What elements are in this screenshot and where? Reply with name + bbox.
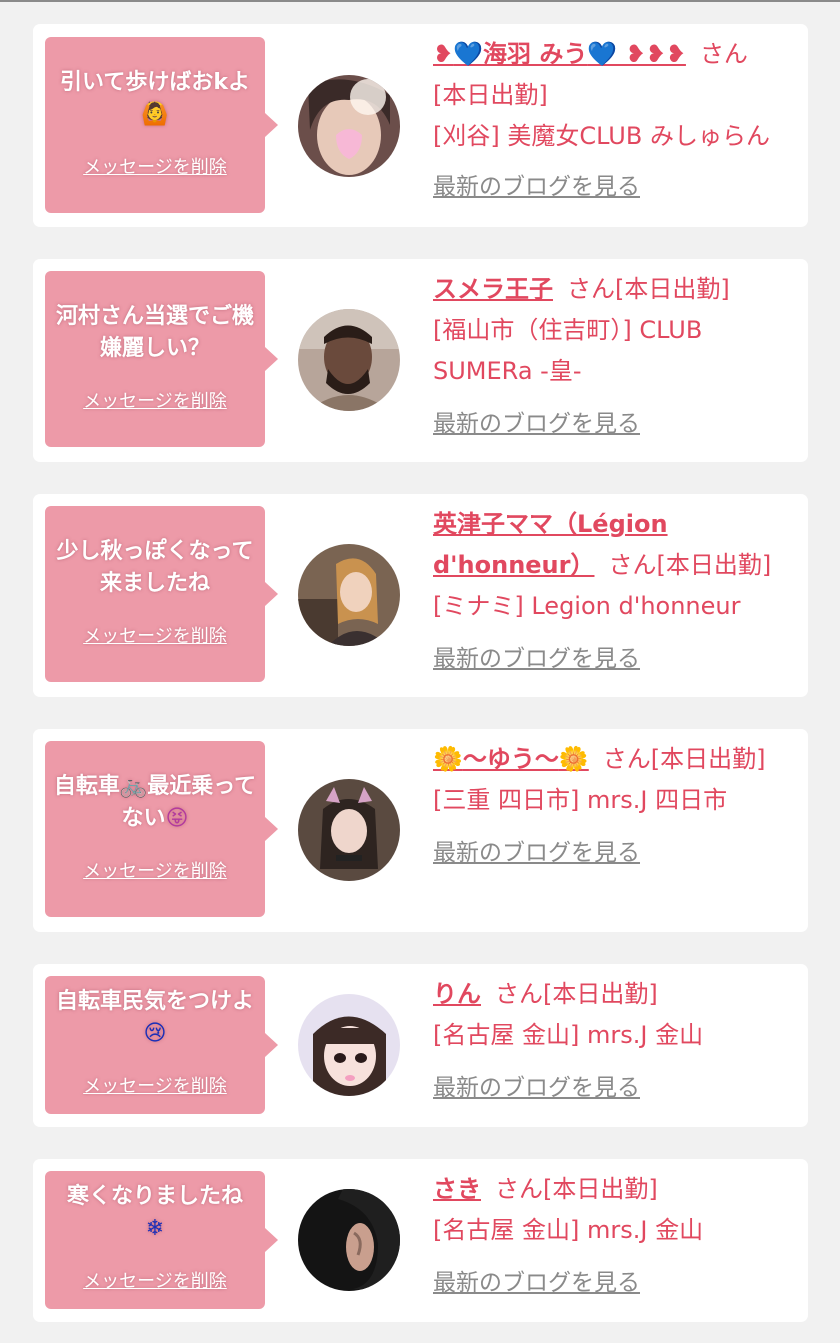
member-name-link[interactable]: りん: [433, 980, 481, 1008]
member-name-link[interactable]: さき: [433, 1175, 481, 1203]
message-card: 自転車民気をつけよ 😢 メッセージを削除 りん さん[本日出勤] [名古屋 金山] …: [33, 964, 808, 1127]
avatar[interactable]: [298, 1189, 400, 1291]
delete-message-link[interactable]: メッセージを削除: [45, 153, 265, 179]
blog-link[interactable]: 最新のブログを見る: [433, 404, 801, 445]
avatar-photo-icon: [298, 994, 400, 1096]
message-label: 寒くなりましたね: [66, 1184, 243, 1209]
delete-message-link[interactable]: メッセージを削除: [45, 1072, 265, 1098]
delete-message-link[interactable]: メッセージを削除: [45, 857, 265, 883]
blog-link[interactable]: 最新のブログを見る: [433, 833, 801, 874]
flower-icon: 🌼: [558, 745, 589, 773]
avatar[interactable]: [298, 544, 400, 646]
honorific: さん: [495, 980, 543, 1008]
message-label: 少し秋っぽくなって来ましたね: [56, 539, 254, 596]
avatar-photo-icon: [298, 1189, 400, 1291]
message-text: 少し秋っぽくなって来ましたね: [53, 536, 257, 600]
member-info: ❥💙海羽 みう💙 ❥❥❥ さん [本日出勤] [刈谷] 美魔女CLUB みしゅらん…: [433, 34, 801, 208]
member-name-link[interactable]: 🌼〜ゆう〜🌼: [433, 745, 589, 773]
message-card: 自転車🚲最近乗ってない😝 メッセージを削除 🌼〜ゆう〜🌼 さん[本日出勤] [三重…: [33, 729, 808, 932]
avatar-photo-icon: [298, 309, 400, 411]
avatar[interactable]: [298, 994, 400, 1096]
message-bubble: 引いて歩けばおkよ 🙆 メッセージを削除: [45, 37, 278, 213]
member-name-line: スメラ王子 さん[本日出勤]: [433, 269, 801, 310]
message-bubble: 寒くなりましたね ❄ メッセージを削除: [45, 1171, 278, 1309]
work-status: [本日出勤]: [615, 275, 730, 303]
message-label: 引いて歩けばおkよ: [60, 70, 250, 95]
tongue-face-emoji-icon: 😝: [165, 806, 189, 831]
member-name-link[interactable]: ❥💙海羽 みう💙 ❥❥❥: [433, 40, 686, 68]
blog-link[interactable]: 最新のブログを見る: [433, 167, 801, 208]
shop-name: [福山市（住吉町）] CLUB SUMERa -皇-: [433, 316, 703, 385]
message-card: 河村さん当選でご機嫌麗しい？ メッセージを削除 スメラ王子 さん[本日出勤] [福…: [33, 259, 808, 462]
delete-message-link[interactable]: メッセージを削除: [45, 1267, 265, 1293]
honorific: さん: [495, 1175, 543, 1203]
top-border: [0, 0, 840, 2]
honorific: さん: [699, 40, 748, 68]
work-status: [本日出勤]: [433, 81, 548, 109]
work-status: [本日出勤]: [543, 980, 658, 1008]
member-info: 英津子ママ（Légion d'honneur） さん[本日出勤] [ミナミ] Le…: [433, 504, 801, 680]
member-info: さき さん[本日出勤] [名古屋 金山] mrs.J 金山 最新のブログを見る: [433, 1169, 801, 1304]
message-bubble: 少し秋っぽくなって来ましたね メッセージを削除: [45, 506, 278, 682]
delete-message-link[interactable]: メッセージを削除: [45, 622, 265, 648]
honorific: さん: [567, 275, 615, 303]
sad-face-emoji-icon: 😢: [143, 1021, 167, 1046]
avatar[interactable]: [298, 309, 400, 411]
message-card: 少し秋っぽくなって来ましたね メッセージを削除 英津子ママ（Légion d'h…: [33, 494, 808, 697]
message-text: 寒くなりましたね ❄: [53, 1181, 257, 1245]
member-info: りん さん[本日出勤] [名古屋 金山] mrs.J 金山 最新のブログを見る: [433, 974, 801, 1109]
avatar[interactable]: [298, 779, 400, 881]
avatar-photo-icon: [298, 544, 400, 646]
honorific: さん: [602, 745, 651, 773]
member-info: 🌼〜ゆう〜🌼 さん[本日出勤] [三重 四日市] mrs.J 四日市 最新のブログ…: [433, 739, 801, 874]
blue-heart-icon: 💙: [453, 40, 483, 68]
message-bubble: 自転車🚲最近乗ってない😝 メッセージを削除: [45, 741, 278, 917]
work-status: [本日出勤]: [650, 745, 766, 773]
blog-link[interactable]: 最新のブログを見る: [433, 1068, 801, 1109]
member-info: スメラ王子 さん[本日出勤] [福山市（住吉町）] CLUB SUMERa -皇-…: [433, 269, 801, 445]
work-status: [本日出勤]: [656, 551, 772, 579]
flower-icon: 🌼: [433, 745, 463, 773]
message-text: 自転車🚲最近乗ってない😝: [53, 771, 257, 835]
shop-name: [刈谷] 美魔女CLUB みしゅらん: [433, 122, 770, 150]
member-name-line: さき さん[本日出勤]: [433, 1169, 801, 1210]
member-name-line: 英津子ママ（Légion d'honneur） さん[本日出勤]: [433, 504, 801, 586]
member-name-line: ❥💙海羽 みう💙 ❥❥❥ さん: [433, 34, 801, 75]
message-text: 自転車民気をつけよ 😢: [53, 986, 257, 1050]
avatar-photo-icon: [298, 779, 400, 881]
ok-gesture-emoji-icon: 🙆: [141, 102, 169, 127]
blog-link[interactable]: 最新のブログを見る: [433, 1263, 801, 1304]
member-name-line: 🌼〜ゆう〜🌼 さん[本日出勤]: [433, 739, 801, 780]
member-name-link[interactable]: スメラ王子: [433, 275, 553, 303]
message-card: 寒くなりましたね ❄ メッセージを削除 さき さん[本日出勤] [名古屋 金山] m…: [33, 1159, 808, 1322]
message-label: 河村さん当選でご機嫌麗しい？: [55, 304, 254, 361]
avatar-photo-icon: [298, 75, 400, 177]
member-name: 海羽 みう: [483, 40, 588, 68]
message-card: 引いて歩けばおkよ 🙆 メッセージを削除 ❥💙海羽 みう💙 ❥❥❥ さん [本日出勤…: [33, 24, 808, 227]
avatar[interactable]: [298, 75, 400, 177]
ribbon-heart-icon: ❥: [433, 40, 454, 68]
heart-decoration-icon: 💙 ❥❥❥: [587, 40, 686, 68]
bicycle-emoji-icon: 🚲: [119, 774, 148, 799]
message-bubble: 自転車民気をつけよ 😢 メッセージを削除: [45, 976, 278, 1114]
delete-message-link[interactable]: メッセージを削除: [45, 387, 265, 413]
message-label: 自転車: [53, 774, 120, 799]
message-label: 自転車民気をつけよ: [55, 989, 254, 1014]
work-status: [本日出勤]: [543, 1175, 658, 1203]
message-text: 引いて歩けばおkよ 🙆: [53, 67, 257, 131]
shop-name: [名古屋 金山] mrs.J 金山: [433, 1216, 704, 1244]
shop-name: [名古屋 金山] mrs.J 金山: [433, 1021, 704, 1049]
shop-name: [ミナミ] Legion d'honneur: [433, 592, 741, 620]
message-text: 河村さん当選でご機嫌麗しい？: [53, 301, 257, 365]
snowflake-icon: ❄: [145, 1216, 165, 1241]
message-bubble: 河村さん当選でご機嫌麗しい？ メッセージを削除: [45, 271, 278, 447]
honorific: さん: [608, 551, 657, 579]
blog-link[interactable]: 最新のブログを見る: [433, 639, 801, 680]
shop-name: [三重 四日市] mrs.J 四日市: [433, 786, 728, 814]
member-name: 〜ゆう〜: [462, 745, 559, 773]
member-name-line: りん さん[本日出勤]: [433, 974, 801, 1015]
